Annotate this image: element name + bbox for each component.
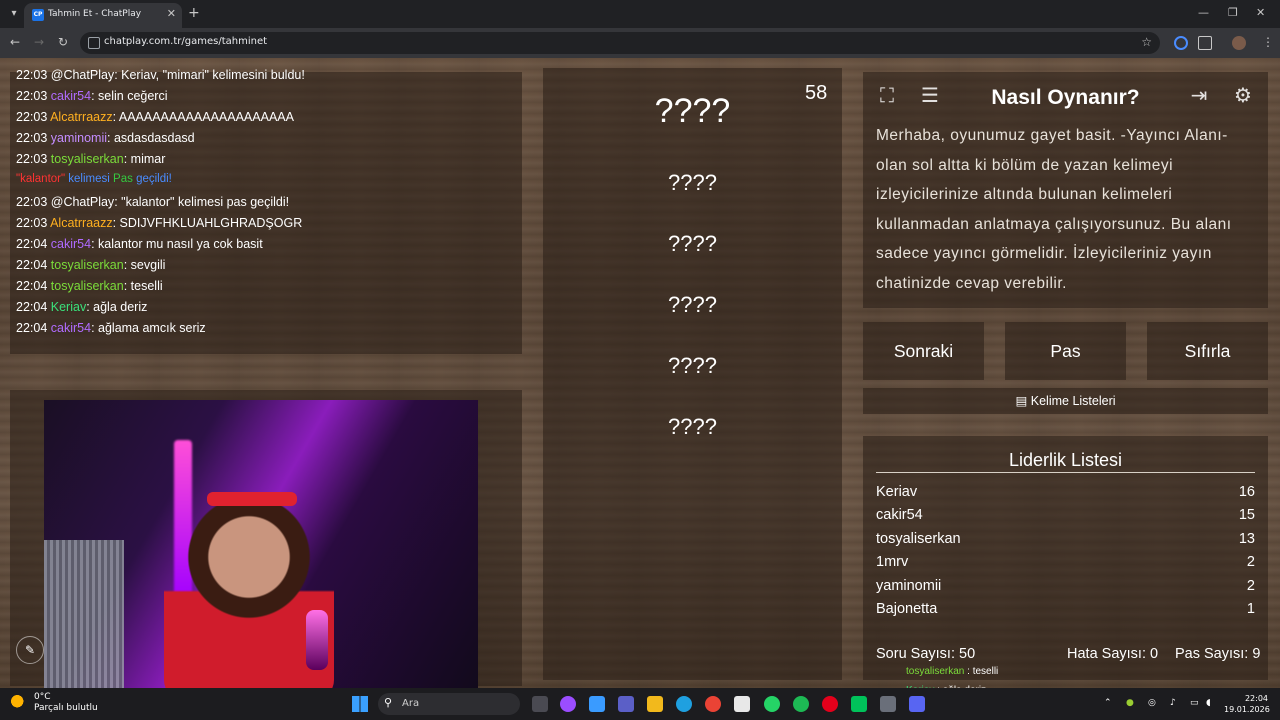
webcam-video: [44, 400, 478, 688]
chat-line: 22:04 tosyaliserkan: teselli: [16, 279, 163, 293]
chat-system-line: "kalantor" kelimesi Pas geçildi!: [16, 173, 172, 185]
weather-icon: [10, 694, 28, 712]
app-icon[interactable]: [880, 696, 896, 712]
radiator-shape: [44, 540, 124, 688]
error-count: Hata Sayısı: 0: [1067, 646, 1159, 662]
favicon-icon: CP: [32, 9, 44, 21]
windows-start-icon[interactable]: [352, 696, 368, 712]
tray-app-icon[interactable]: ◎: [1148, 698, 1156, 708]
logout-icon[interactable]: ⇥: [1184, 80, 1214, 110]
headband-shape: [207, 492, 297, 506]
reload-icon[interactable]: ↻: [58, 35, 68, 49]
browser-tab-bar: ▾ CP Tahmin Et - ChatPlay ✕ + — ❐ ✕: [0, 0, 1280, 28]
clock-date: 19.01.2026: [1224, 705, 1270, 714]
close-tab-icon[interactable]: ✕: [167, 7, 176, 20]
forbidden-word: ????: [668, 231, 717, 256]
network-icon[interactable]: ▭: [1190, 698, 1199, 708]
taskview-icon[interactable]: [532, 696, 548, 712]
search-icon: ⚲: [384, 696, 393, 709]
chat-line: 22:03 yaminomii: asdasdasdasd: [16, 131, 195, 145]
question-count: Soru Sayısı: 50: [876, 646, 976, 662]
url-field[interactable]: chatplay.com.tr/games/tahminet ☆: [80, 32, 1160, 54]
chat-line: 22:03 tosyaliserkan: mimar: [16, 152, 166, 166]
windows-taskbar: 0°C Parçalı bulutlu ⚲ Ara ⌃ ● ◎ ♪ ▭ ◖ 22:…: [0, 688, 1280, 720]
teams-icon[interactable]: [618, 696, 634, 712]
settings-gear-icon[interactable]: ⚙: [1228, 80, 1258, 110]
extension-icon[interactable]: [1174, 36, 1188, 50]
main-word: ????: [654, 92, 731, 130]
forward-icon[interactable]: →: [34, 35, 44, 49]
forbidden-word: ????: [668, 292, 717, 317]
extensions-puzzle-icon[interactable]: [1198, 36, 1212, 50]
store-icon[interactable]: [734, 696, 750, 712]
word-lists-label: Kelime Listeleri: [1030, 394, 1116, 408]
close-window-icon[interactable]: ✕: [1256, 6, 1265, 19]
tab-search-icon[interactable]: ▾: [6, 6, 22, 22]
leaderboard-divider: [876, 472, 1255, 473]
reset-button[interactable]: Sıfırla: [1147, 322, 1268, 380]
leaderboard-row: cakir54 15: [876, 507, 1255, 523]
notebook-icon: ▤: [1015, 394, 1028, 408]
opera-icon[interactable]: [822, 696, 838, 712]
minimize-icon[interactable]: —: [1198, 6, 1209, 19]
discord-icon[interactable]: [909, 696, 925, 712]
leaderboard-row: Keriav 16: [876, 484, 1255, 500]
app-icon[interactable]: [560, 696, 576, 712]
chrome-icon[interactable]: [705, 696, 721, 712]
maximize-icon[interactable]: ❐: [1228, 6, 1238, 19]
new-tab-icon[interactable]: +: [188, 5, 200, 21]
chat-line: 22:04 cakir54: kalantor mu nasıl ya cok …: [16, 237, 263, 251]
chat-line: 22:04 tosyaliserkan: sevgili: [16, 258, 166, 272]
forbidden-word: ????: [668, 170, 717, 195]
tab-title: Tahmin Et - ChatPlay: [48, 9, 142, 19]
pin-icon[interactable]: ✎: [16, 636, 44, 664]
tray-chevron-icon[interactable]: ⌃: [1104, 698, 1112, 708]
browser-tab[interactable]: CP Tahmin Et - ChatPlay ✕: [24, 3, 182, 28]
chat-line: 22:03 cakir54: selin ceğerci: [16, 89, 168, 103]
overlay-chat-line: tosyaliserkan : teselli: [906, 666, 999, 677]
url-text: chatplay.com.tr/games/tahminet: [104, 36, 268, 47]
whatsapp-icon[interactable]: [764, 696, 780, 712]
leaderboard-row: yaminomii 2: [876, 578, 1255, 594]
microphone-icon[interactable]: ♪: [1170, 698, 1176, 708]
site-info-icon[interactable]: [88, 37, 100, 49]
chat-line: 22:04 cakir54: ağlama amcık seriz: [16, 321, 206, 335]
word-lists-button[interactable]: ▤ Kelime Listeleri: [863, 388, 1268, 414]
weather-desc: Parçalı bulutlu: [34, 703, 98, 713]
spotify-icon[interactable]: [793, 696, 809, 712]
browser-menu-icon[interactable]: ⋮: [1262, 35, 1274, 49]
chat-line: 22:03 Alcatrraazz: SDIJVFHKLUAHLGHRADŞOG…: [16, 216, 303, 230]
leaderboard-row: Bajonetta 1: [876, 601, 1255, 617]
next-button[interactable]: Sonraki: [863, 322, 984, 380]
taskbar-clock[interactable]: 22:04 19.01.2026: [1224, 693, 1270, 715]
file-explorer-icon[interactable]: [647, 696, 663, 712]
search-label: Ara: [402, 698, 420, 709]
leaderboard-title: Liderlik Listesi: [1008, 450, 1123, 470]
pass-button[interactable]: Pas: [1005, 322, 1126, 380]
app-icon[interactable]: [589, 696, 605, 712]
edge-icon[interactable]: [676, 696, 692, 712]
app-icon[interactable]: [851, 696, 867, 712]
weather-temp: 0°C: [34, 692, 51, 702]
leaderboard-row: 1mrv 2: [876, 554, 1255, 570]
profile-avatar[interactable]: [1232, 36, 1246, 50]
bookmark-star-icon[interactable]: ☆: [1141, 35, 1152, 49]
chat-line: 22:03 @ChatPlay: "kalantor" kelimesi pas…: [16, 195, 290, 209]
back-icon[interactable]: ←: [10, 35, 20, 49]
chat-line: 22:03 Alcatrraazz: AAAAAAAAAAAAAAAAAAAAA: [16, 110, 294, 124]
forbidden-word: ????: [668, 414, 717, 439]
taskbar-search[interactable]: ⚲ Ara: [378, 693, 520, 715]
leaderboard-row: tosyaliserkan 13: [876, 531, 1255, 547]
howto-text: Merhaba, oyunumuz gayet basit. -Yayıncı …: [876, 127, 1232, 292]
pass-count: Pas Sayısı: 9: [1175, 646, 1261, 662]
microphone-shape: [306, 610, 328, 670]
volume-icon[interactable]: ◖: [1206, 698, 1211, 708]
forbidden-word: ????: [668, 353, 717, 378]
chat-line: 22:03 @ChatPlay: Keriav, "mimari" kelime…: [16, 68, 305, 82]
address-bar: ← → ↻ chatplay.com.tr/games/tahminet ☆ ⋮: [0, 28, 1280, 58]
tray-app-icon[interactable]: ●: [1126, 698, 1134, 708]
clock-time: 22:04: [1244, 694, 1268, 703]
chat-line: 22:04 Keriav: ağla deriz: [16, 300, 148, 314]
